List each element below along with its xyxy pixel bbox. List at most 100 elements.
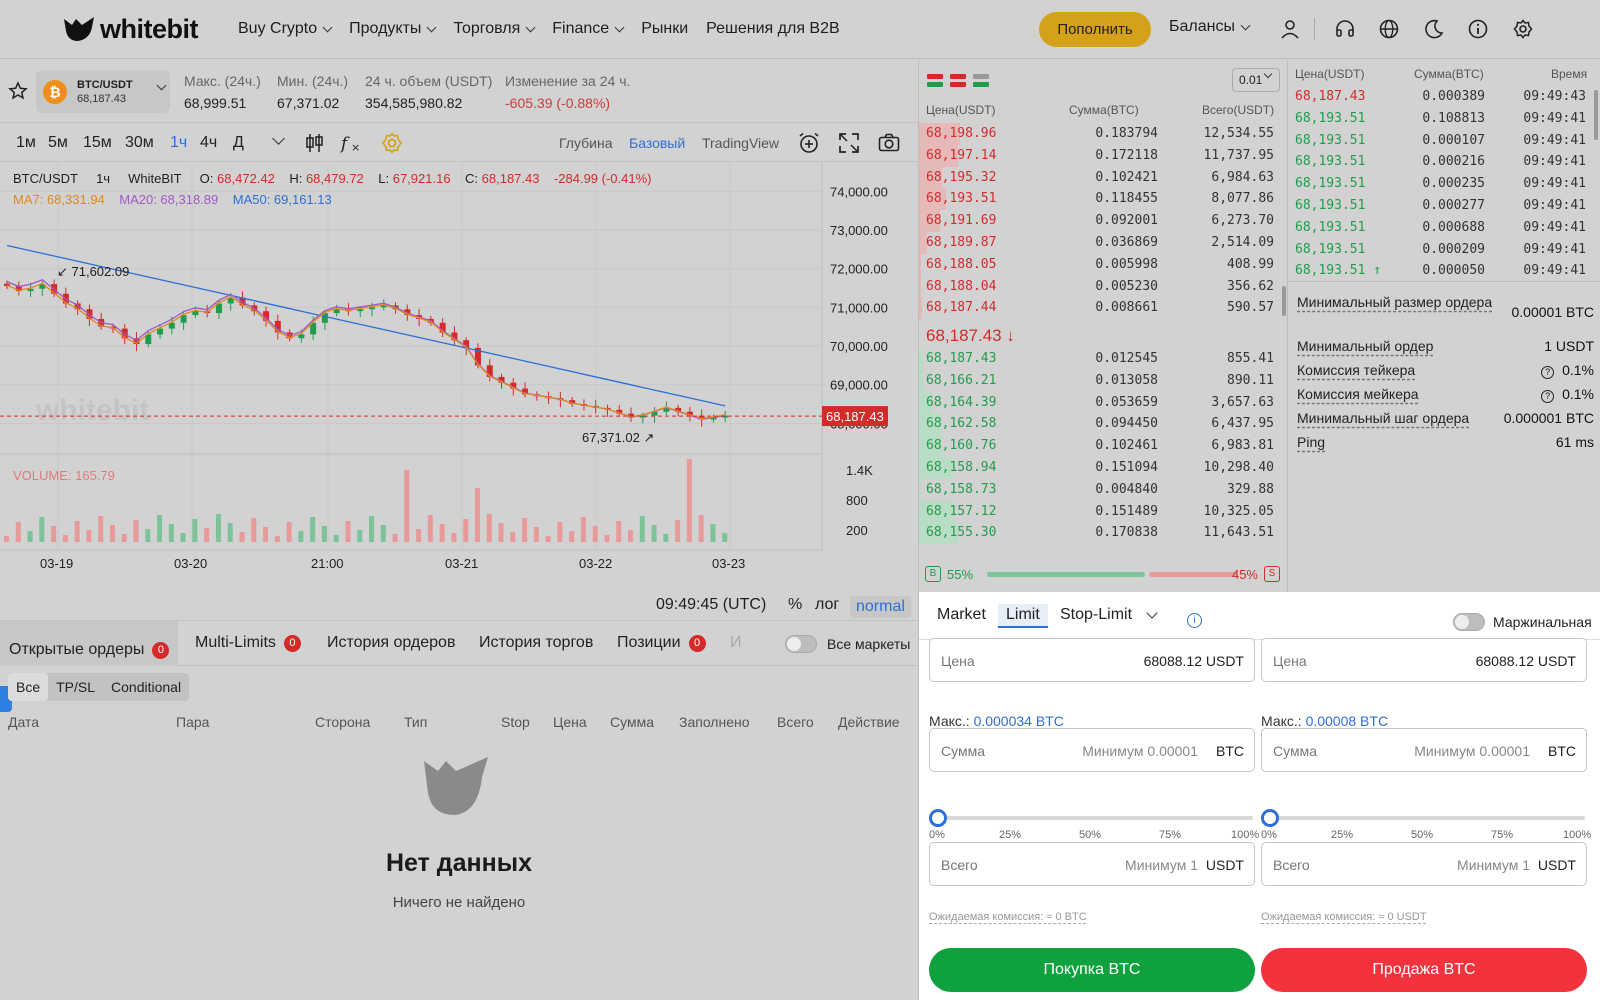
bid-row[interactable]: 68,158.73 0.004840 329.88 bbox=[919, 478, 1281, 501]
nav-markets[interactable]: Рынки bbox=[641, 20, 688, 38]
bid-row[interactable]: 68,166.21 0.013058 890.11 bbox=[919, 369, 1281, 392]
timeframe-30m[interactable]: 30м bbox=[125, 134, 154, 152]
slider-handle[interactable] bbox=[929, 809, 947, 827]
headset-icon[interactable] bbox=[1334, 18, 1356, 40]
percent-scale-toggle[interactable]: % bbox=[788, 596, 802, 614]
slider-handle[interactable] bbox=[1261, 809, 1279, 827]
ask-row[interactable]: 68,193.51 0.118455 8,077.86 bbox=[919, 188, 1281, 211]
max-value[interactable]: 0.00008 BTC bbox=[1306, 713, 1389, 729]
slider-mark[interactable]: 100% bbox=[1563, 829, 1591, 841]
buy-total-input[interactable]: Всего Минимум 1 USDT bbox=[929, 842, 1255, 886]
price-chart[interactable]: whitebit 74,000.00 73,000.00 72,000.00 71,0… bbox=[0, 162, 918, 712]
nav-buy-crypto[interactable]: Buy Crypto bbox=[238, 20, 333, 38]
slider-mark[interactable]: 100% bbox=[1231, 829, 1259, 841]
alarm-plus-icon[interactable] bbox=[797, 131, 821, 155]
bid-row[interactable]: 68,160.76 0.102461 6,983.81 bbox=[919, 435, 1281, 458]
tab-trade-history[interactable]: История торгов bbox=[479, 634, 593, 652]
trades-scrollbar[interactable] bbox=[1594, 90, 1598, 140]
precision-select[interactable]: 0.01 bbox=[1232, 68, 1280, 92]
fullscreen-icon[interactable] bbox=[837, 131, 861, 155]
ask-row[interactable]: 68,197.14 0.172118 11,737.95 bbox=[919, 144, 1281, 167]
indicators-fx-icon[interactable]: f × bbox=[340, 131, 364, 155]
ask-row[interactable]: 68,191.69 0.092001 6,273.70 bbox=[919, 210, 1281, 233]
deposit-button[interactable]: Пополнить bbox=[1039, 12, 1151, 47]
slider-mark[interactable]: 0% bbox=[1261, 829, 1277, 841]
filter-conditional[interactable]: Conditional bbox=[103, 673, 189, 701]
nav-products[interactable]: Продукты bbox=[349, 20, 437, 38]
log-scale-toggle[interactable]: лог bbox=[815, 596, 839, 614]
slider-mark[interactable]: 75% bbox=[1491, 829, 1513, 841]
sell-amount-input[interactable]: Сумма Минимум 0.00001 BTC bbox=[1261, 728, 1587, 772]
view-basic[interactable]: Базовый bbox=[629, 135, 685, 151]
slider-mark[interactable]: 50% bbox=[1079, 829, 1101, 841]
orderbook-scrollbar[interactable] bbox=[1282, 286, 1286, 316]
slider-track[interactable] bbox=[937, 816, 1253, 820]
settings-gear-icon[interactable] bbox=[380, 131, 404, 155]
ask-row[interactable]: 68,188.05 0.005998 408.99 bbox=[919, 253, 1281, 276]
buy-amount-slider[interactable]: 0% 25% 50% 75% 100% bbox=[929, 801, 1259, 841]
candlestick-type-icon[interactable] bbox=[302, 131, 326, 155]
ask-row[interactable]: 68,195.32 0.102421 6,984.63 bbox=[919, 166, 1281, 189]
orderbook-asks-icon[interactable] bbox=[950, 74, 966, 88]
buy-btc-button[interactable]: Покупка BTC bbox=[929, 948, 1255, 992]
tab-open-orders[interactable]: Открытые ордеры 0 bbox=[0, 621, 179, 666]
all-markets-toggle[interactable]: Все маркеты bbox=[785, 635, 910, 653]
buy-amount-input[interactable]: Сумма Минимум 0.00001 BTC bbox=[929, 728, 1255, 772]
ask-row[interactable]: 68,189.87 0.036869 2,514.09 bbox=[919, 232, 1281, 254]
ask-row[interactable]: 68,198.96 0.183794 12,534.55 bbox=[919, 123, 1281, 145]
chevron-down-icon[interactable] bbox=[272, 132, 285, 145]
toggle-switch[interactable] bbox=[785, 635, 817, 653]
slider-mark[interactable]: 0% bbox=[929, 829, 945, 841]
orderbook-bids-icon[interactable] bbox=[973, 74, 989, 88]
globe-icon[interactable] bbox=[1378, 18, 1400, 40]
timeframe-5m[interactable]: 5м bbox=[48, 134, 68, 152]
question-icon[interactable]: ? bbox=[1541, 390, 1555, 403]
tab-market[interactable]: Market bbox=[929, 604, 994, 626]
info-label[interactable]: Минимальный шаг ордера bbox=[1297, 410, 1469, 426]
slider-mark[interactable]: 75% bbox=[1159, 829, 1181, 841]
gear-icon[interactable] bbox=[1512, 18, 1534, 40]
max-value[interactable]: 0.000034 BTC bbox=[974, 713, 1064, 729]
bid-row[interactable]: 68,155.30 0.170838 11,643.51 bbox=[919, 522, 1281, 545]
tab-stop-limit[interactable]: Stop-Limit bbox=[1052, 604, 1164, 626]
tab-positions[interactable]: Позиции 0 bbox=[617, 634, 706, 652]
slider-mark[interactable]: 50% bbox=[1411, 829, 1433, 841]
tab-multi-limits[interactable]: Multi-Limits 0 bbox=[195, 634, 301, 652]
bid-row[interactable]: 68,158.94 0.151094 10,298.40 bbox=[919, 457, 1281, 479]
slider-mark[interactable]: 25% bbox=[999, 829, 1021, 841]
timeframe-1h[interactable]: 1ч bbox=[170, 134, 187, 152]
sell-amount-slider[interactable]: 0% 25% 50% 75% 100% bbox=[1261, 801, 1591, 841]
star-icon[interactable] bbox=[8, 81, 28, 101]
info-label[interactable]: Комиссия тейкера bbox=[1297, 362, 1415, 378]
timeframe-1m[interactable]: 1м bbox=[16, 134, 36, 152]
bid-row[interactable]: 68,164.39 0.053659 3,657.63 bbox=[919, 391, 1281, 414]
balances-dropdown[interactable]: Балансы bbox=[1169, 18, 1251, 36]
info-label[interactable]: Ping bbox=[1297, 434, 1325, 450]
info-label[interactable]: Комиссия мейкера bbox=[1297, 386, 1419, 402]
tab-order-history[interactable]: История ордеров bbox=[327, 634, 455, 652]
buy-price-input[interactable]: Цена 68088.12 USDT bbox=[929, 638, 1255, 682]
candlestick-chart-svg[interactable]: 74,000.00 73,000.00 72,000.00 71,000.00 70,0… bbox=[0, 162, 918, 592]
margin-toggle[interactable] bbox=[1453, 613, 1485, 631]
orderbook-both-icon[interactable] bbox=[927, 74, 943, 88]
ask-row[interactable]: 68,187.44 0.008661 590.57 bbox=[919, 297, 1281, 320]
question-icon[interactable]: ? bbox=[1541, 366, 1555, 379]
filter-all[interactable]: Все bbox=[8, 673, 49, 701]
sell-btc-button[interactable]: Продажа BTC bbox=[1261, 948, 1587, 992]
timeframe-15m[interactable]: 15м bbox=[83, 134, 112, 152]
info-label[interactable]: Минимальный размер ордера bbox=[1297, 294, 1492, 310]
info-label[interactable]: Минимальный ордер bbox=[1297, 338, 1433, 354]
camera-icon[interactable] bbox=[877, 131, 901, 155]
slider-mark[interactable]: 25% bbox=[1331, 829, 1353, 841]
filter-tpsl[interactable]: TP/SL bbox=[48, 673, 103, 701]
timeframe-1d[interactable]: Д bbox=[233, 134, 244, 152]
order-type-info-icon[interactable]: i bbox=[1187, 613, 1202, 628]
user-icon[interactable] bbox=[1279, 18, 1301, 40]
bid-row[interactable]: 68,162.58 0.094450 6,437.95 bbox=[919, 413, 1281, 436]
view-tradingview[interactable]: TradingView bbox=[702, 135, 779, 151]
moon-icon[interactable] bbox=[1423, 18, 1445, 40]
info-icon[interactable] bbox=[1467, 18, 1489, 40]
bid-row[interactable]: 68,157.12 0.151489 10,325.05 bbox=[919, 500, 1281, 523]
sell-total-input[interactable]: Всего Минимум 1 USDT bbox=[1261, 842, 1587, 886]
tab-limit[interactable]: Limit bbox=[998, 604, 1048, 628]
